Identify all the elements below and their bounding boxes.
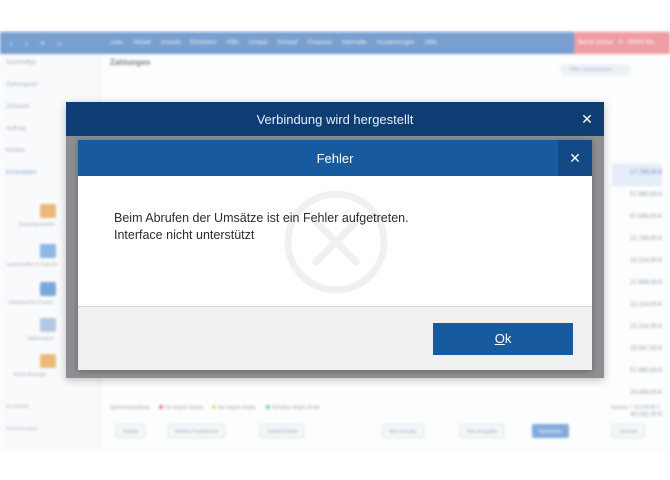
connection-dialog-header: Verbindung wird hergestellt ✕: [66, 102, 604, 136]
error-dialog-body: Beim Abrufen der Umsätze ist ein Fehler …: [78, 176, 592, 306]
error-dialog-header: Fehler ✕: [78, 140, 592, 176]
error-dialog: Fehler ✕ Beim Abrufen der Umsätze ist ei…: [78, 140, 592, 370]
ok-button[interactable]: Ok: [433, 323, 573, 355]
close-icon[interactable]: ✕: [570, 102, 604, 136]
error-message: Beim Abrufen der Umsätze ist ein Fehler …: [114, 210, 409, 244]
close-icon[interactable]: ✕: [558, 140, 592, 176]
ok-button-mnemonic: O: [494, 331, 505, 346]
connection-dialog-title: Verbindung wird hergestellt: [256, 112, 414, 127]
error-dialog-footer: Ok: [78, 306, 592, 370]
error-message-line: Interface nicht unterstützt: [114, 228, 255, 242]
error-message-line: Beim Abrufen der Umsätze ist ein Fehler …: [114, 211, 409, 225]
ok-button-label: k: [504, 331, 512, 346]
error-dialog-title: Fehler: [316, 151, 354, 166]
